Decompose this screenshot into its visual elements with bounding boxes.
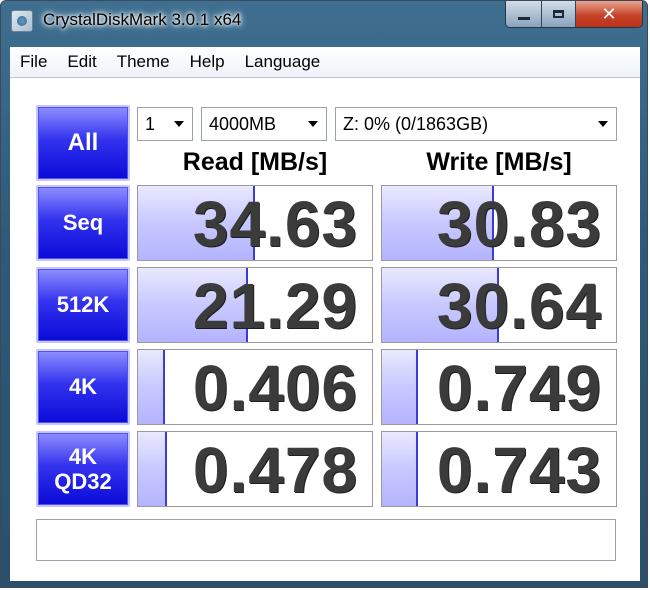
- 4k-qd32-read-bar-edge: [165, 432, 167, 506]
- menu-bar: File Edit Theme Help Language: [10, 47, 640, 78]
- 4k-qd32-read-cell: 0.478: [137, 431, 373, 507]
- 512k-read-cell: 21.29: [137, 267, 373, 343]
- test-size-value: 4000MB: [209, 114, 277, 134]
- menu-theme[interactable]: Theme: [107, 52, 180, 72]
- 4k-write-bar-edge: [416, 350, 418, 424]
- test-count-select[interactable]: 1: [137, 107, 193, 141]
- close-button[interactable]: ✕: [576, 1, 642, 27]
- test-count-value: 1: [145, 114, 156, 134]
- all-button[interactable]: All: [36, 105, 130, 181]
- 4k-qd32-label-line2: QD32: [54, 469, 112, 494]
- seq-read-cell: 34.63: [137, 185, 373, 261]
- drive-value: Z: 0% (0/1863GB): [343, 114, 489, 134]
- 4k-write-bar: [382, 350, 417, 424]
- chevron-down-icon: [598, 121, 608, 127]
- chevron-down-icon: [308, 121, 318, 127]
- 4k-label: 4K: [68, 374, 98, 400]
- 512k-write-value: 30.64: [436, 270, 602, 342]
- drive-select[interactable]: Z: 0% (0/1863GB): [335, 107, 617, 141]
- window-title: CrystalDiskMark 3.0.1 x64: [43, 10, 242, 29]
- 512k-read-value: 21.29: [192, 270, 358, 342]
- write-header: Write [MB/s]: [426, 148, 572, 176]
- 4k-qd32-write-value: 0.743: [436, 434, 602, 506]
- 4k-qd32-read-bar: [138, 432, 166, 506]
- 4k-write-value: 0.749: [436, 352, 602, 424]
- seq-read-value: 34.63: [192, 188, 358, 260]
- 4k-read-bar-edge: [163, 350, 165, 424]
- chevron-down-icon: [174, 121, 184, 127]
- app-window: CrystalDiskMark 3.0.1 x64 ✕ File Edit Th…: [0, 0, 648, 588]
- 4k-qd32-write-cell: 0.743: [381, 431, 617, 507]
- minimize-icon: [517, 16, 530, 20]
- 4k-read-bar: [138, 350, 164, 424]
- 4k-button[interactable]: 4K: [36, 349, 130, 425]
- menu-language[interactable]: Language: [235, 52, 331, 72]
- menu-help[interactable]: Help: [180, 52, 235, 72]
- maximize-icon: [553, 10, 564, 18]
- 4k-qd32-read-value: 0.478: [192, 434, 358, 506]
- seq-write-value: 30.83: [436, 188, 602, 260]
- seq-label: Seq: [62, 210, 104, 236]
- 4k-read-value: 0.406: [192, 352, 358, 424]
- title-bar[interactable]: CrystalDiskMark 3.0.1 x64 ✕: [1, 1, 649, 41]
- app-icon: [11, 10, 33, 32]
- all-button-label: All: [67, 129, 99, 157]
- 4k-qd32-button[interactable]: 4K QD32: [36, 431, 130, 507]
- menu-edit[interactable]: Edit: [57, 52, 106, 72]
- 4k-qd32-write-bar-edge: [416, 432, 418, 506]
- 4k-write-cell: 0.749: [381, 349, 617, 425]
- caption-buttons: ✕: [505, 1, 643, 28]
- 4k-qd32-write-bar: [382, 432, 417, 506]
- status-box: [36, 519, 616, 561]
- read-header: Read [MB/s]: [182, 148, 328, 176]
- minimize-button[interactable]: [506, 1, 542, 27]
- test-size-select[interactable]: 4000MB: [201, 107, 327, 141]
- seq-write-cell: 30.83: [381, 185, 617, 261]
- seq-button[interactable]: Seq: [36, 185, 130, 261]
- 4k-read-cell: 0.406: [137, 349, 373, 425]
- 512k-write-cell: 30.64: [381, 267, 617, 343]
- close-icon: ✕: [601, 3, 617, 24]
- 512k-label: 512K: [56, 292, 110, 318]
- maximize-button[interactable]: [542, 1, 576, 27]
- main-panel: All 1 4000MB Z: 0% (0/1863GB) Read [MB/s…: [10, 78, 640, 581]
- menu-file[interactable]: File: [10, 52, 57, 72]
- 512k-button[interactable]: 512K: [36, 267, 130, 343]
- 4k-qd32-label-line1: 4K: [68, 443, 98, 469]
